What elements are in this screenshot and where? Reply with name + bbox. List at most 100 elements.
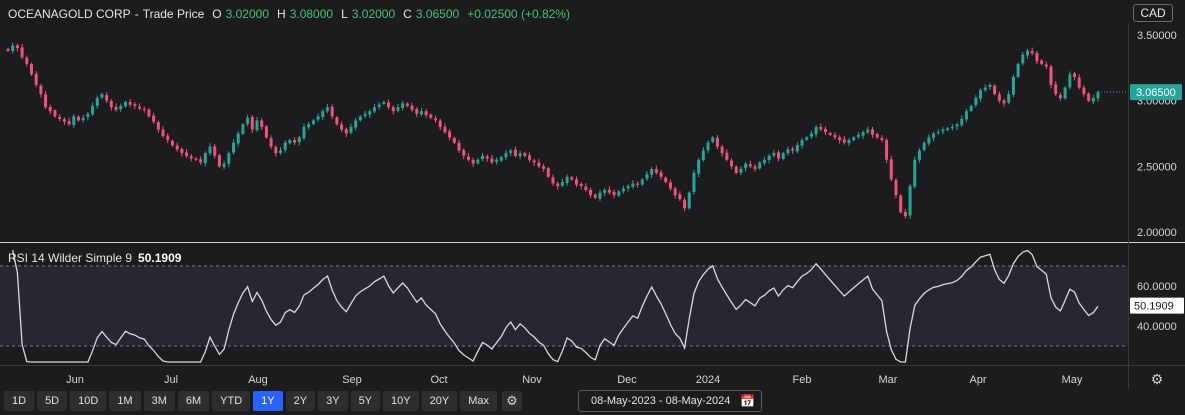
candle-body [217,155,221,167]
price-tick-label: 3.50000 [1137,30,1177,42]
candle-body [236,133,240,144]
candle-body [382,101,386,104]
candle-body [711,137,715,142]
candle-body [795,145,799,152]
candle-body [603,189,607,193]
candle-body [29,63,33,75]
candle-body [607,189,611,193]
range-button-2y[interactable]: 2Y [285,391,316,411]
candle-body [250,116,254,130]
currency-selector[interactable]: CAD [1133,4,1173,22]
candle-body [109,100,113,108]
candle-body [903,212,907,217]
candle-body [509,150,513,153]
candle-body [344,129,348,134]
rsi-label: RSI 14 Wilder Simple 9 [8,251,133,265]
candle-body [645,174,649,179]
time-axis-label: Apr [969,374,986,386]
candle-body [81,117,85,121]
candle-body [988,84,992,88]
candle-body [706,142,710,151]
candle-body [335,117,339,125]
candle-body [715,137,719,147]
range-button-5d[interactable]: 5D [37,391,68,411]
range-button-10d[interactable]: 10D [70,391,107,411]
candle-body [246,117,250,125]
range-button-20y[interactable]: 20Y [421,391,458,411]
candle-body [913,159,917,187]
candle-body [180,148,184,154]
candle-body [11,45,15,52]
axis-settings-icon[interactable]: ⚙ [1148,370,1166,388]
candle-body [1073,73,1077,78]
candle-body [833,135,837,138]
candle-body [264,126,268,138]
range-button-10y[interactable]: 10Y [383,391,419,411]
candle-body [725,152,729,160]
candle-body [659,172,663,177]
candle-body [462,150,466,156]
candle-body [44,94,48,108]
candle-body [997,94,1001,101]
candle-body [589,189,593,196]
candle-body [457,142,461,151]
candle-body [372,107,376,112]
time-axis-label: Oct [430,374,447,386]
candle-body [565,176,569,183]
date-range-picker[interactable]: 08-May-2023 - 08-May-2024 📅 [578,390,762,412]
candle-body [481,155,485,159]
high-value: 3.08000 [289,7,334,21]
candle-body [612,191,616,196]
candle-body [1040,60,1044,64]
candle-body [311,120,315,125]
candle-body [114,106,118,110]
range-button-5y[interactable]: 5Y [350,391,381,411]
candle-body [147,109,151,117]
candle-body [772,153,776,156]
candle-body [579,183,583,187]
candle-body [213,146,217,156]
candle-body [899,195,903,213]
candle-body [809,133,813,137]
candle-body [499,157,503,161]
candle-body [91,105,95,115]
range-button-3m[interactable]: 3M [143,391,175,411]
candle-body [955,124,959,127]
range-button-6m[interactable]: 6M [177,391,210,411]
range-button-1y[interactable]: 1Y [253,391,283,411]
candle-body [15,45,19,49]
candle-body [880,137,884,141]
candle-body [166,135,170,141]
time-axis-label: Aug [248,374,268,386]
candle-body [62,119,66,122]
range-button-max[interactable]: Max [460,391,497,411]
range-button-1m[interactable]: 1M [109,391,141,411]
candle-body [932,133,936,138]
candle-body [387,102,391,108]
candle-body [753,166,757,169]
range-button-ytd[interactable]: YTD [212,391,251,411]
time-axis-label: Feb [793,374,812,386]
range-button-3y[interactable]: 3Y [318,391,348,411]
candle-body [640,179,644,185]
candle-body [25,57,29,64]
candle-body [307,124,311,128]
time-axis-label: 2024 [696,374,720,386]
chart-settings-gear-icon[interactable]: ⚙ [501,391,522,411]
candle-body [842,139,846,143]
time-axis-label: Jul [164,374,178,386]
candle-body [208,146,212,154]
candle-body [683,199,687,209]
candle-body [664,177,668,183]
candle-body [443,126,447,133]
range-button-1d[interactable]: 1D [4,391,35,411]
candle-body [279,150,282,153]
price-chart[interactable]: 3.500003.000002.500002.000003.0650060.00… [0,0,1185,415]
candle-body [927,137,931,144]
candle-body [293,140,297,143]
close-value: 3.06500 [415,7,460,21]
candle-body [593,194,597,198]
candle-body [636,183,640,185]
candle-body [617,191,621,196]
candle-body [100,94,104,98]
